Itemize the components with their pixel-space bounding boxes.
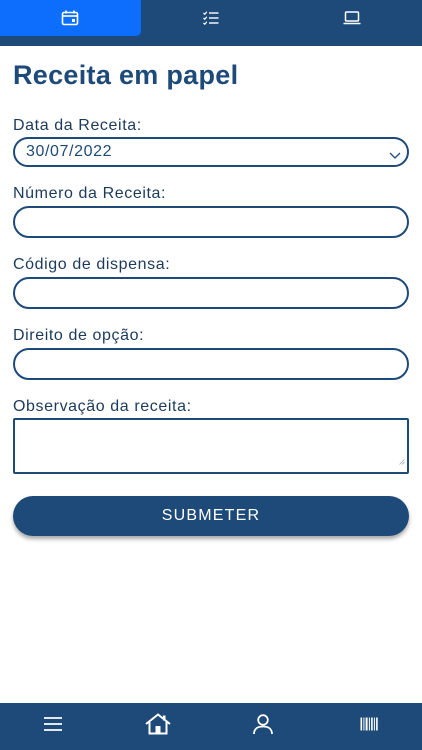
nav-home[interactable] xyxy=(133,703,183,750)
barcode-icon xyxy=(360,717,378,736)
date-label: Data da Receita: xyxy=(13,117,142,134)
bottom-nav xyxy=(0,703,422,750)
option-right-label: Direito de opção: xyxy=(13,327,145,344)
tab-calendar[interactable] xyxy=(0,0,141,36)
chevron-down-icon xyxy=(389,147,401,165)
date-select[interactable]: 30/07/2022 xyxy=(13,137,409,167)
nav-barcode[interactable] xyxy=(344,703,394,750)
menu-icon xyxy=(43,716,63,737)
resize-grip-icon[interactable] xyxy=(399,452,405,470)
tab-laptop[interactable] xyxy=(281,0,422,36)
date-select-value: 30/07/2022 xyxy=(26,143,113,160)
dispense-code-field[interactable] xyxy=(13,277,409,309)
observation-label: Observação da receita: xyxy=(13,398,192,415)
calendar-icon xyxy=(61,10,79,26)
nav-user[interactable] xyxy=(238,703,288,750)
observation-textarea[interactable] xyxy=(13,418,409,474)
dispense-code-label: Código de dispensa: xyxy=(13,256,171,273)
submit-button[interactable]: SUBMETER xyxy=(13,496,409,536)
option-right-field[interactable] xyxy=(13,348,409,380)
nav-menu[interactable] xyxy=(28,703,78,750)
page-title: Receita em papel xyxy=(13,60,239,90)
laptop-icon xyxy=(343,11,361,25)
user-icon xyxy=(252,713,274,740)
home-icon xyxy=(145,713,171,740)
prescription-number-field[interactable] xyxy=(13,206,409,238)
tab-checklist[interactable] xyxy=(141,0,282,36)
top-tab-bar xyxy=(0,0,422,46)
prescription-number-label: Número da Receita: xyxy=(13,185,167,202)
checklist-icon xyxy=(203,11,219,25)
